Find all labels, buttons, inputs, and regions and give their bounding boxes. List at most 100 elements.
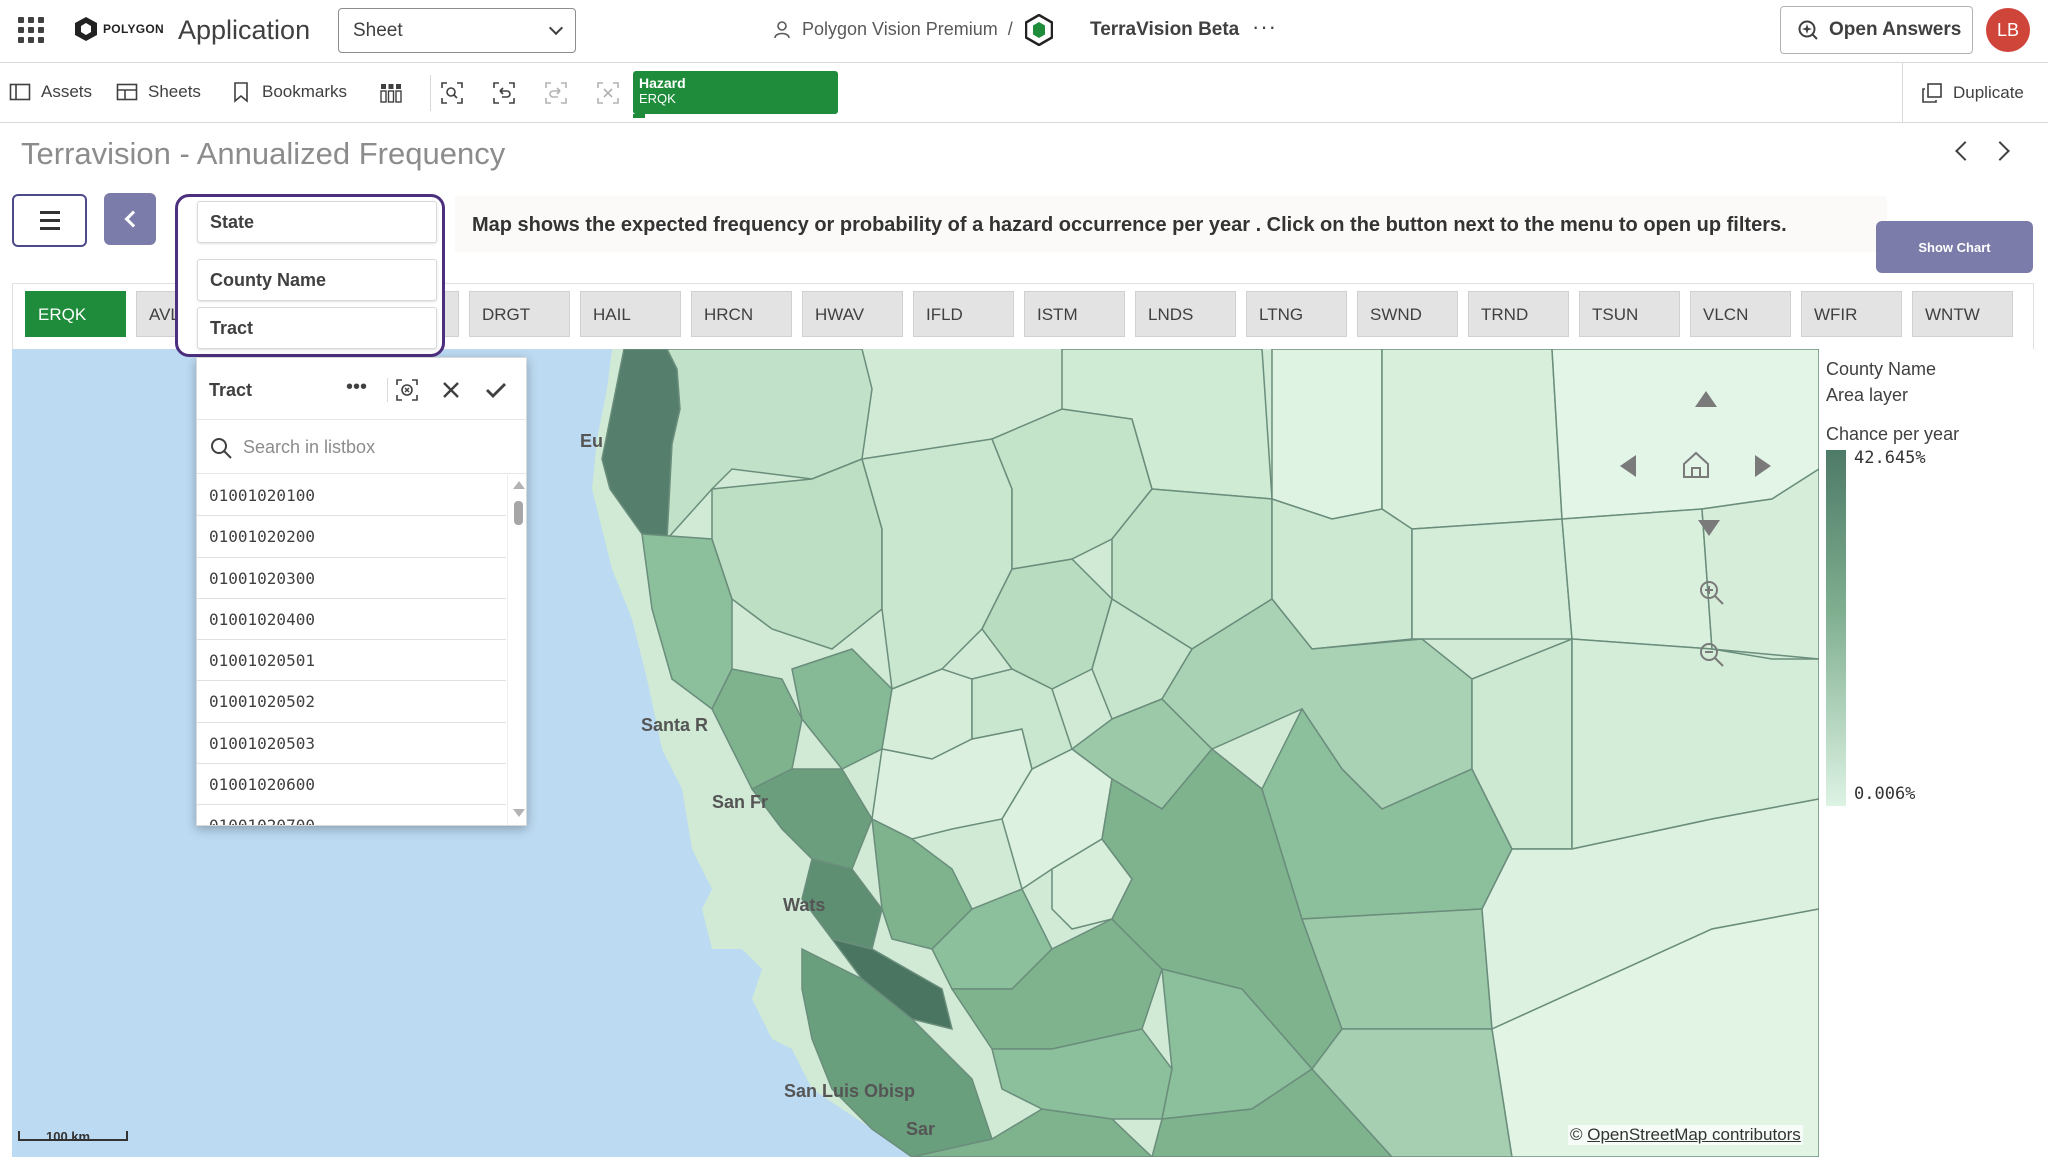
listbox-item[interactable]: 01001020300	[197, 557, 506, 599]
open-answers-label: Open Answers	[1829, 19, 1962, 40]
selection-tools	[430, 75, 619, 111]
listbox-item[interactable]: 01001020100	[197, 475, 506, 517]
hazard-tab-swnd[interactable]: SWND	[1357, 291, 1458, 337]
city-label: Sar	[906, 1119, 936, 1139]
hazard-tab-tsun[interactable]: TSUN	[1579, 291, 1680, 337]
hazard-tab-vlcn[interactable]: VLCN	[1690, 291, 1791, 337]
county-nevada-north	[1551, 349, 1819, 520]
zoom-in-icon[interactable]	[1698, 579, 1726, 607]
user-avatar[interactable]: LB	[1986, 8, 2030, 52]
hazard-tab-hrcn[interactable]: HRCN	[691, 291, 792, 337]
filter-county-name[interactable]: County Name	[197, 259, 437, 301]
listbox-item[interactable]: 01001020600	[197, 764, 506, 806]
attribution-prefix: ©	[1570, 1125, 1588, 1144]
duplicate-button[interactable]: Duplicate	[1902, 63, 2048, 123]
selection-chip-hazard[interactable]: Hazard ERQK	[633, 71, 838, 118]
filter-tract[interactable]: Tract	[197, 307, 437, 349]
toolbar: Assets Sheets Bookmarks Hazard ERQK Dupl…	[0, 63, 2048, 123]
app-label: Application	[178, 15, 311, 45]
hazard-tab-wntw[interactable]: WNTW	[1912, 291, 2013, 337]
osm-attribution-link[interactable]: OpenStreetMap contributors	[1587, 1125, 1801, 1144]
listbox-item[interactable]: 01001020700	[197, 805, 506, 825]
pan-down-icon[interactable]	[1698, 520, 1720, 536]
pan-right-icon[interactable]	[1755, 455, 1771, 477]
scroll-up-icon[interactable]	[513, 481, 525, 489]
clear-selection-icon[interactable]	[395, 378, 419, 402]
tract-listbox: Tract ••• 010010201000100102020001001020…	[196, 357, 527, 826]
listbox-item[interactable]: 01001020502	[197, 681, 506, 723]
info-text: Map shows the expected frequency or prob…	[472, 213, 1787, 238]
assets-button[interactable]: Assets	[9, 81, 92, 103]
assets-panel-icon	[9, 83, 31, 101]
listbox-item[interactable]: 01001020501	[197, 640, 506, 682]
hazard-tab-lnds[interactable]: LNDS	[1135, 291, 1236, 337]
collapse-filters-button[interactable]	[104, 193, 156, 245]
cancel-icon[interactable]	[439, 378, 463, 402]
hazard-tab-hail[interactable]: HAIL	[580, 291, 681, 337]
space-name: Polygon Vision Premium	[802, 19, 998, 39]
clear-selections-icon[interactable]	[597, 82, 619, 104]
listbox-title: Tract	[209, 380, 253, 400]
smart-search-icon[interactable]	[441, 82, 463, 104]
space-breadcrumb[interactable]: Polygon Vision Premium /	[772, 19, 1013, 40]
show-chart-button[interactable]: Show Chart	[1876, 221, 2033, 273]
app-launcher-icon[interactable]	[18, 17, 44, 43]
confirm-check-icon[interactable]	[484, 378, 508, 402]
sheets-icon	[116, 83, 138, 101]
previous-sheet-icon[interactable]	[1955, 141, 1975, 161]
sheet-select[interactable]: Sheet	[338, 8, 576, 53]
listbox-item[interactable]: 01001020200	[197, 516, 506, 558]
listbox-search-input[interactable]	[243, 432, 503, 462]
selection-chip-field: Hazard	[639, 75, 686, 91]
step-back-selection-icon[interactable]	[493, 82, 515, 104]
menu-button[interactable]	[12, 194, 87, 247]
bookmarks-button[interactable]: Bookmarks	[230, 81, 347, 103]
listbox-scrollbar[interactable]	[507, 475, 527, 825]
listbox-item[interactable]: 01001020400	[197, 598, 506, 641]
pan-up-icon[interactable]	[1695, 391, 1717, 407]
filter-panel: State County Name Tract	[175, 194, 445, 357]
open-answers-button[interactable]: Open Answers	[1780, 6, 1973, 54]
legend-dimension: County Name	[1826, 359, 1937, 379]
county-eureka	[1561, 508, 1713, 650]
app-name[interactable]: TerraVision Beta	[1090, 19, 1239, 41]
legend-color-scale	[1826, 450, 1846, 806]
bookmark-icon	[234, 82, 248, 103]
hazard-tab-erqk[interactable]: ERQK	[25, 291, 126, 337]
legend-max-value: 42.645%	[1854, 448, 1926, 468]
users-icon	[774, 20, 790, 38]
hamburger-icon-line	[39, 219, 60, 222]
zoom-out-icon[interactable]	[1698, 641, 1726, 669]
hazard-tab-ifld[interactable]: IFLD	[913, 291, 1014, 337]
hazard-tab-trnd[interactable]: TRND	[1468, 291, 1569, 337]
sheet-title: Terravision - Annualized Frequency	[21, 136, 506, 171]
hazard-tab-hwav[interactable]: HWAV	[802, 291, 903, 337]
city-label: San Fr	[712, 792, 769, 812]
filter-state[interactable]: State	[197, 201, 437, 243]
more-options-icon[interactable]: ···	[1252, 14, 1277, 40]
hazard-tab-drgt[interactable]: DRGT	[469, 291, 570, 337]
sheets-button[interactable]: Sheets	[116, 81, 201, 103]
legend-min-value: 0.006%	[1854, 784, 1916, 804]
answers-search-icon	[1798, 20, 1818, 40]
hazard-tab-ltng[interactable]: LTNG	[1246, 291, 1347, 337]
listbox-header: Tract •••	[197, 358, 526, 420]
listbox-more-icon[interactable]: •••	[346, 376, 367, 399]
hazard-tab-istm[interactable]: ISTM	[1024, 291, 1125, 337]
scroll-down-icon[interactable]	[513, 809, 525, 817]
top-bar: POLYGON Application Sheet Polygon Vision…	[0, 0, 2048, 63]
scale-label: 100 km	[46, 1129, 91, 1144]
listbox-item[interactable]: 01001020503	[197, 722, 506, 765]
city-label: Eu	[580, 431, 604, 451]
next-sheet-icon[interactable]	[1990, 141, 2010, 161]
scroll-thumb[interactable]	[514, 501, 523, 525]
search-icon	[211, 438, 232, 459]
pan-left-icon[interactable]	[1620, 455, 1636, 477]
polygon-logo[interactable]: POLYGON	[74, 16, 164, 42]
step-forward-selection-icon[interactable]	[545, 82, 567, 104]
home-icon[interactable]	[1681, 450, 1711, 480]
hazard-tab-wfir[interactable]: WFIR	[1801, 291, 1902, 337]
columns-view-icon[interactable]	[380, 82, 402, 104]
legend-layer: Area layer	[1826, 385, 1909, 405]
chevron-down-icon	[548, 20, 564, 35]
